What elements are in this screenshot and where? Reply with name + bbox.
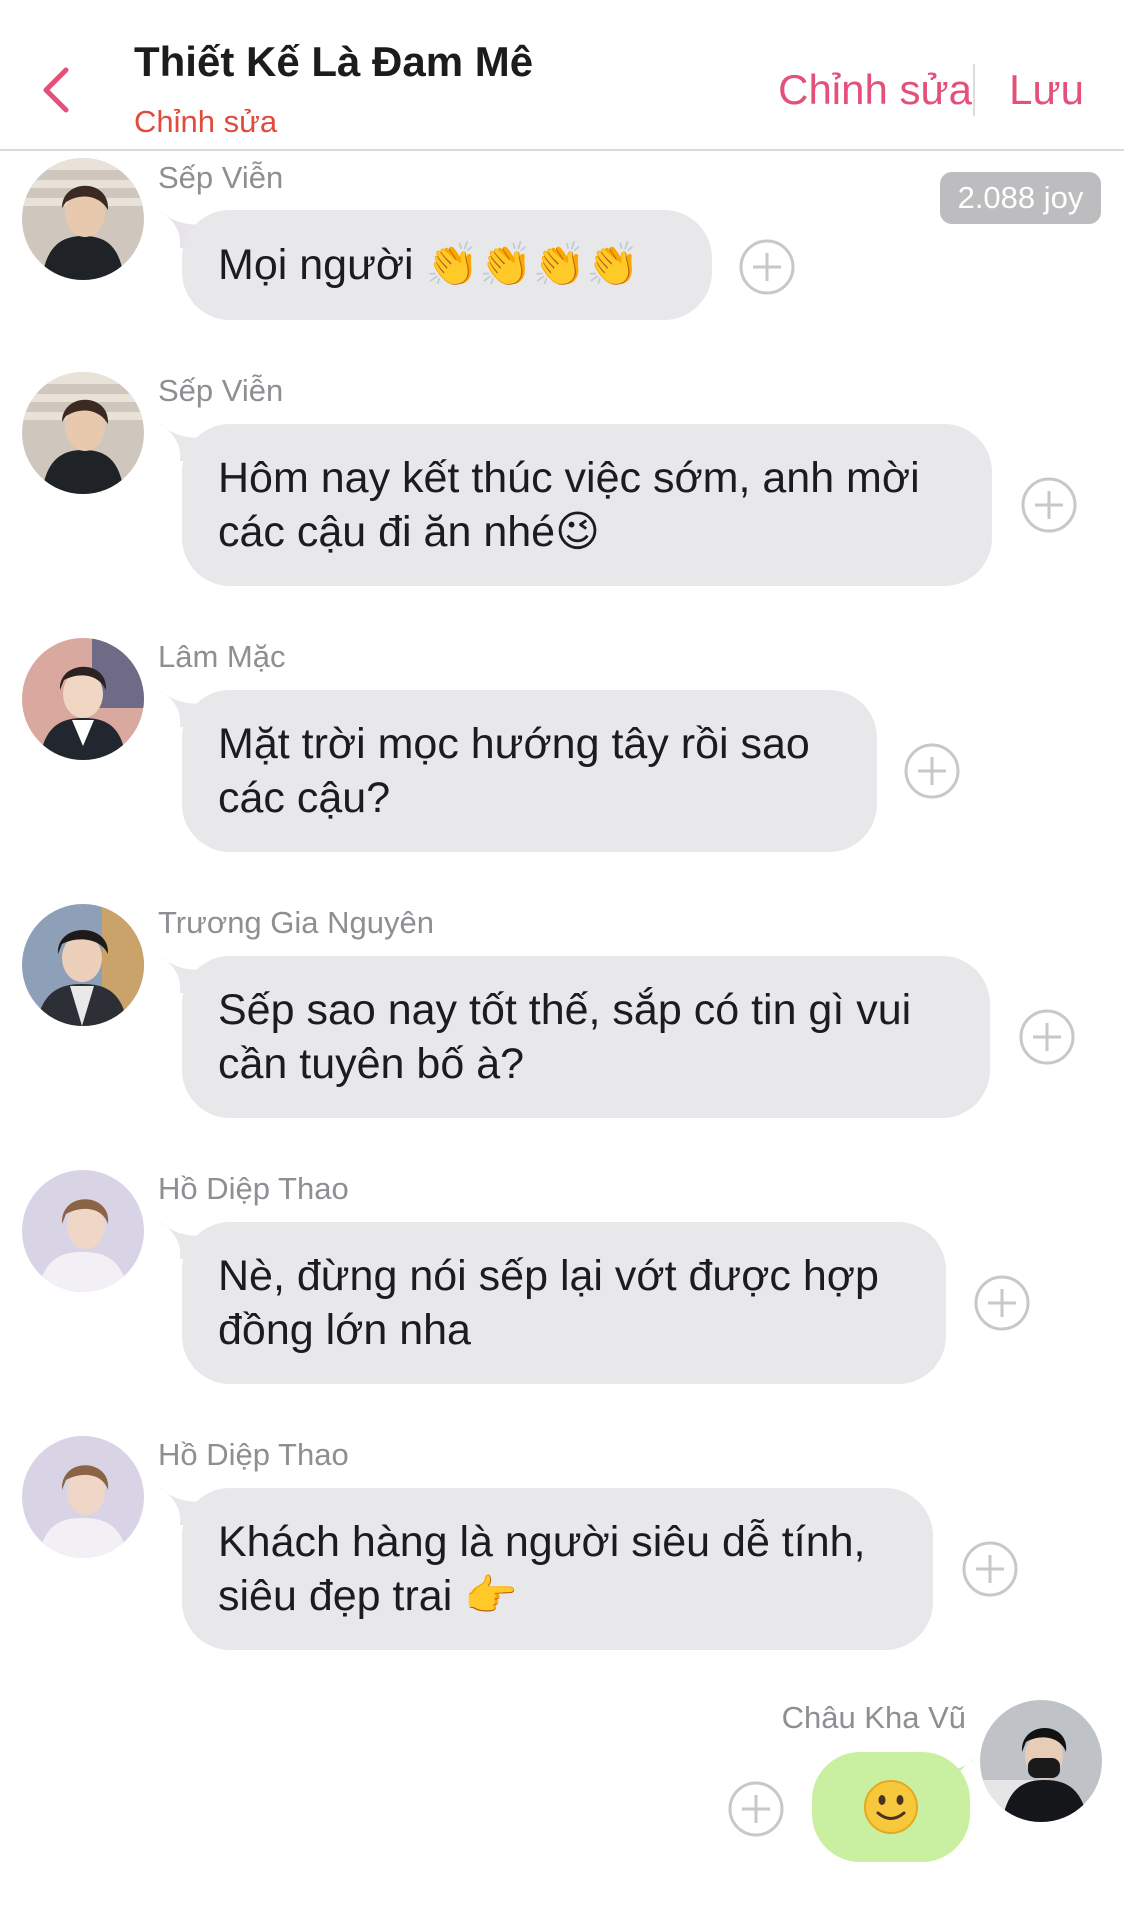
- message-bubble[interactable]: Hôm nay kết thúc việc sớm, anh mời các c…: [182, 424, 992, 586]
- own-message-bubble[interactable]: [812, 1752, 970, 1862]
- avatar[interactable]: [22, 158, 144, 280]
- message-bubble[interactable]: Sếp sao nay tốt thế, sắp có tin gì vui c…: [182, 956, 990, 1118]
- avatar[interactable]: [22, 1170, 144, 1292]
- sender-name: Hồ Diệp Thao: [158, 1171, 349, 1206]
- message-bubble[interactable]: Mặt trời mọc hướng tây rồi sao các cậu?: [182, 690, 877, 852]
- message-text-line: các cậu đi ăn nhé😉: [218, 508, 600, 556]
- joy-badge: 2.088 joy: [940, 172, 1101, 224]
- message-text-line: đồng lớn nha: [218, 1306, 471, 1354]
- message-text-line: siêu đẹp trai 👉: [218, 1572, 518, 1620]
- slightly-smiling-face-icon: [864, 1780, 918, 1834]
- plus-circle-icon[interactable]: [903, 742, 961, 800]
- sender-name: Sếp Viễn: [158, 373, 284, 408]
- avatar[interactable]: [980, 1700, 1102, 1822]
- sender-name: Châu Kha Vũ: [781, 1700, 966, 1735]
- plus-circle-icon[interactable]: [1020, 476, 1078, 534]
- header-divider: [973, 64, 975, 116]
- message-text-line: Hôm nay kết thúc việc sớm, anh mời: [218, 454, 920, 502]
- message-text-line: Mặt trời mọc hướng tây rồi sao: [218, 720, 810, 768]
- sender-name: Sếp Viễn: [158, 160, 284, 195]
- message-text-line: các cậu?: [218, 774, 391, 822]
- message-text: Mọi người 👏👏👏👏: [218, 241, 640, 289]
- avatar[interactable]: [22, 638, 144, 760]
- chat-title: Thiết Kế Là Đam Mê: [134, 38, 534, 85]
- avatar[interactable]: [22, 1436, 144, 1558]
- message-text-line: Khách hàng là người siêu dễ tính,: [218, 1518, 866, 1566]
- message-text-line: Sếp sao nay tốt thế, sắp có tin gì vui: [218, 986, 912, 1034]
- plus-circle-icon[interactable]: [961, 1540, 1019, 1598]
- avatar[interactable]: [22, 372, 144, 494]
- plus-circle-icon[interactable]: [1018, 1008, 1076, 1066]
- edit-button[interactable]: Chỉnh sửa: [778, 66, 972, 114]
- save-button[interactable]: Lưu: [1009, 66, 1084, 114]
- plus-circle-icon[interactable]: [727, 1780, 785, 1838]
- avatar[interactable]: [22, 904, 144, 1026]
- sender-name: Lâm Mặc: [158, 639, 286, 674]
- chevron-left-icon[interactable]: [36, 64, 80, 116]
- message-text-line: Nè, đừng nói sếp lại vớt được hợp: [218, 1252, 879, 1300]
- sender-name: Trương Gia Nguyên: [158, 905, 434, 940]
- message-bubble[interactable]: Mọi người 👏👏👏👏: [182, 210, 712, 320]
- message-bubble[interactable]: Nè, đừng nói sếp lại vớt được hợp đồng l…: [182, 1222, 946, 1384]
- sender-name: Hồ Diệp Thao: [158, 1437, 349, 1472]
- message-bubble[interactable]: Khách hàng là người siêu dễ tính, siêu đ…: [182, 1488, 933, 1650]
- plus-circle-icon[interactable]: [973, 1274, 1031, 1332]
- plus-circle-icon[interactable]: [738, 238, 796, 296]
- message-text-line: cần tuyên bố à?: [218, 1040, 525, 1088]
- chat-header: Thiết Kế Là Đam Mê Chỉnh sửa Chỉnh sửa L…: [0, 0, 1124, 151]
- chat-subtitle[interactable]: Chỉnh sửa: [134, 104, 277, 140]
